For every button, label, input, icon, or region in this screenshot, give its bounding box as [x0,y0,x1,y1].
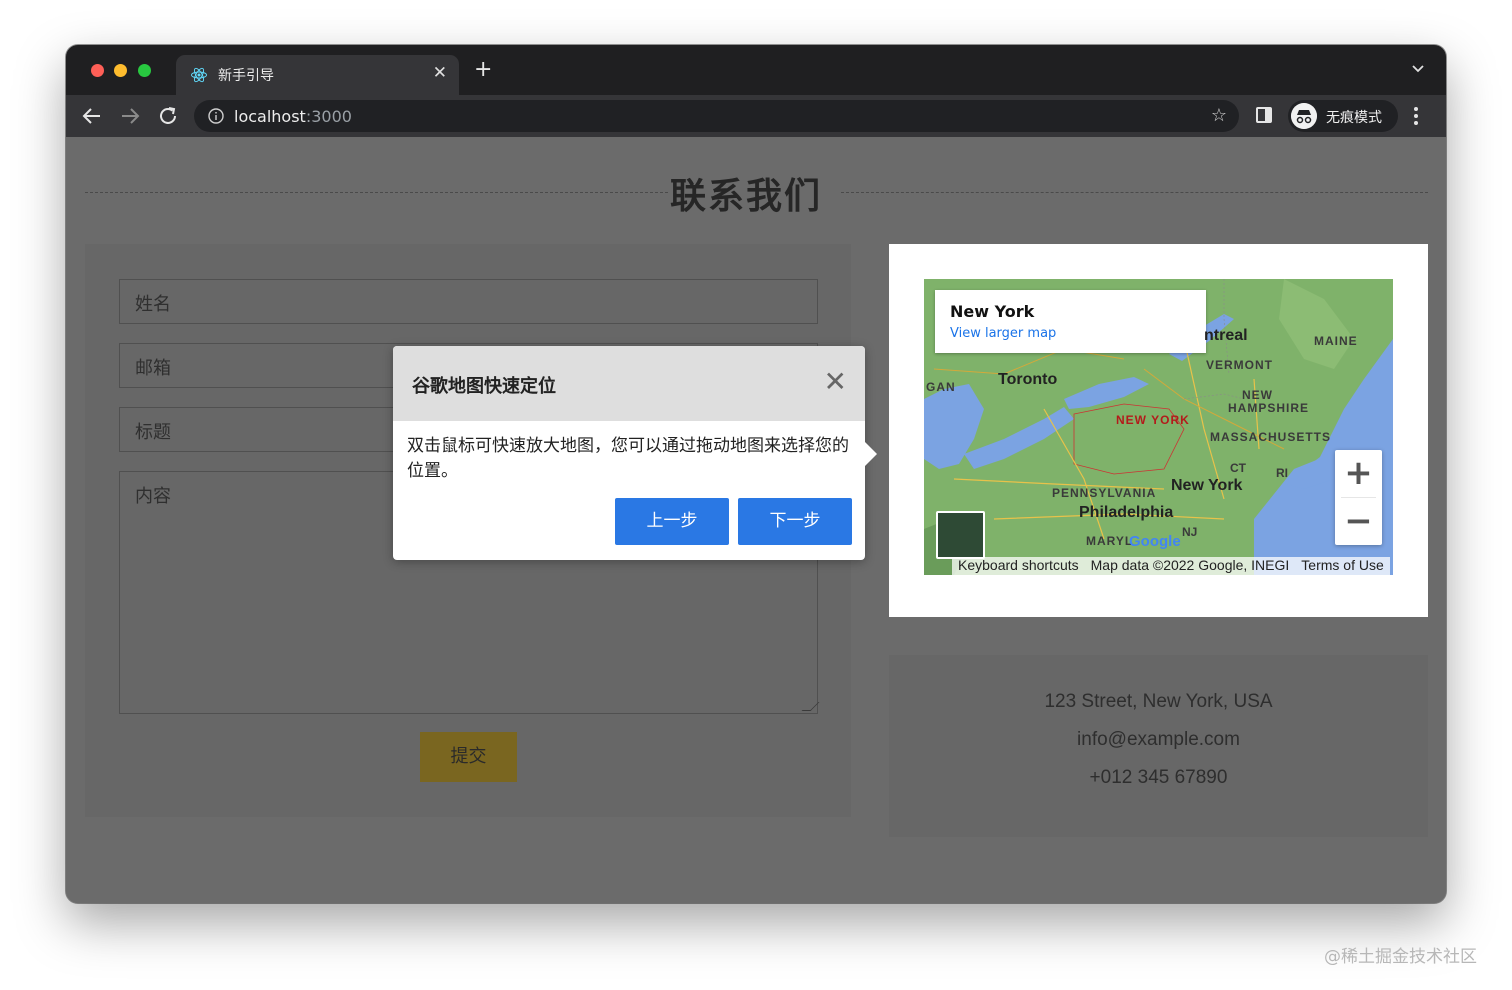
map-satellite-toggle[interactable] [936,511,985,559]
browser-toolbar: localhost:3000 ☆ 无痕模式 [66,95,1446,137]
google-logo: Google [1129,533,1181,550]
bookmark-star-icon[interactable]: ☆ [1211,105,1227,126]
chevron-down-icon[interactable] [1412,63,1424,75]
tab-title: 新手引导 [218,68,274,84]
map-label-ny-state: NEW YORK [1116,413,1190,427]
map-card: New York View larger map Toronto ntreal … [889,244,1428,617]
close-icon[interactable]: ✕ [824,368,847,396]
map-label-toronto: Toronto [998,371,1058,388]
close-window-button[interactable] [91,64,104,77]
map-label-pennsylvania: PENNSYLVANIA [1052,486,1157,500]
incognito-badge[interactable]: 无痕模式 [1288,100,1398,132]
react-icon [191,67,207,83]
popover-description: 双击鼠标可快速放大地图，您可以通过拖动地图来选择您的位置。 [407,436,849,481]
incognito-label: 无痕模式 [1326,110,1382,126]
reload-icon[interactable] [156,104,180,128]
map-info-box: New York View larger map [935,290,1206,353]
maximize-window-button[interactable] [138,64,151,77]
map-label-maryland: MARYL [1086,534,1134,548]
back-arrow-icon[interactable] [80,104,104,128]
popover-header: 谷歌地图快速定位 ✕ [393,346,865,421]
url-port: :3000 [305,107,352,126]
map-label-nh-1: NEW [1242,388,1273,402]
incognito-icon [1291,103,1317,129]
map-label-nyc: New York [1171,477,1243,494]
zoom-out-button[interactable]: − [1335,498,1382,545]
map-label-michigan: GAN [926,380,956,394]
zoom-in-button[interactable]: + [1335,450,1382,497]
new-tab-button[interactable]: + [474,59,492,81]
url-text: localhost:3000 [234,107,352,126]
title-divider-left [85,192,668,193]
info-icon[interactable] [208,108,224,124]
browser-window: 新手引导 ✕ + localhost:3000 ☆ 无痕模式 联系我们 姓名 邮… [66,45,1446,903]
popover-arrow [865,442,877,466]
address-bar[interactable]: localhost:3000 ☆ [194,100,1239,132]
map-label-ri: RI [1276,466,1288,480]
map-label-massachusetts: MASSACHUSETTS [1210,430,1332,444]
guide-popover: 谷歌地图快速定位 ✕ 双击鼠标可快速放大地图，您可以通过拖动地图来选择您的位置。… [393,346,877,560]
map-zoom-control: + − [1335,450,1382,545]
next-step-button[interactable]: 下一步 [738,498,852,545]
map-label-montreal: ntreal [1204,327,1248,344]
more-menu-icon[interactable] [1414,106,1418,126]
forward-arrow-icon[interactable] [118,104,142,128]
map-data-credit: Map data ©2022 Google, INEGI [1090,557,1290,573]
title-divider-right [841,192,1428,193]
map-label-maine: MAINE [1314,334,1358,348]
keyboard-shortcuts-link[interactable]: Keyboard shortcuts [952,557,1085,573]
page-content: 联系我们 姓名 邮箱 标题 内容 提交 New York View larger… [66,137,1446,903]
url-host: localhost [234,107,306,126]
contact-email: info@example.com [1077,729,1240,750]
map-place-name: New York [950,302,1035,321]
popover-title: 谷歌地图快速定位 [412,376,556,397]
contact-address: 123 Street, New York, USA [1044,691,1273,712]
map-label-nj: NJ [1182,525,1198,539]
tab-close-icon[interactable]: ✕ [433,63,447,83]
page-title: 联系我们 [669,176,822,217]
name-field[interactable]: 姓名 [119,279,818,324]
contact-info: 123 Street, New York, USA info@example.c… [889,655,1428,837]
map-label-philadelphia: Philadelphia [1079,504,1174,521]
watermark: @稀土掘金技术社区 [1324,947,1477,967]
terms-of-use-link[interactable]: Terms of Use [1295,557,1389,573]
view-larger-map-link[interactable]: View larger map [950,326,1056,341]
contact-phone: +012 345 67890 [1089,767,1228,788]
browser-tab[interactable]: 新手引导 ✕ [176,55,459,95]
map-label-ct: CT [1230,461,1246,475]
google-map[interactable]: New York View larger map Toronto ntreal … [924,279,1393,575]
minimize-window-button[interactable] [114,64,127,77]
map-footer: Keyboard shortcuts Map data ©2022 Google,… [952,557,1390,575]
submit-button[interactable]: 提交 [420,732,517,782]
side-panel-icon[interactable] [1256,107,1272,123]
map-label-nh-2: HAMPSHIRE [1228,401,1310,415]
prev-step-button[interactable]: 上一步 [615,498,729,545]
map-label-vermont: VERMONT [1206,358,1273,372]
title-bar: 新手引导 ✕ + [66,45,1446,95]
